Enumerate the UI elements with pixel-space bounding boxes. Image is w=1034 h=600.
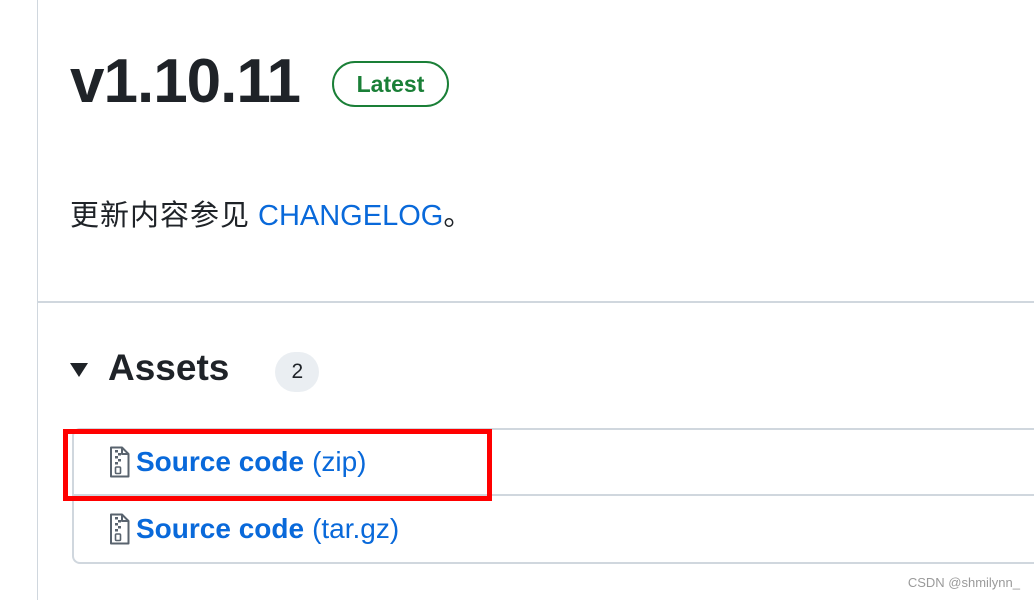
asset-list: Source code (zip) Source code (tar.gz): [72, 428, 1034, 564]
source-code-zip-link[interactable]: Source code (zip): [136, 446, 367, 478]
release-version-title[interactable]: v1.10.11: [70, 42, 301, 122]
asset-row: Source code (tar.gz): [74, 496, 1034, 562]
release-page: v1.10.11 Latest 更新内容参见 CHANGELOG。 Assets …: [0, 0, 1034, 600]
source-code-targz-link[interactable]: Source code (tar.gz): [136, 513, 399, 545]
file-zip-icon: [110, 513, 130, 545]
assets-count-badge: 2: [275, 352, 320, 392]
assets-toggle[interactable]: Assets 2: [70, 343, 320, 393]
watermark: CSDN @shmilynn_: [907, 575, 1020, 590]
assets-title: Assets: [108, 347, 230, 388]
file-zip-icon: [110, 446, 130, 478]
asset-name: Source code: [136, 446, 305, 477]
asset-ext: (tar.gz): [312, 513, 400, 544]
asset-row: Source code (zip): [74, 430, 1034, 496]
release-notes: 更新内容参见 CHANGELOG。: [70, 196, 472, 235]
asset-ext: (zip): [312, 446, 367, 477]
latest-badge: Latest: [332, 61, 449, 107]
changelog-link[interactable]: CHANGELOG: [258, 200, 443, 232]
release-notes-suffix: 。: [443, 198, 473, 232]
section-divider: [38, 301, 1034, 303]
caret-down-icon[interactable]: [70, 363, 88, 377]
asset-name: Source code: [136, 513, 305, 544]
release-notes-text: 更新内容参见: [70, 198, 251, 232]
